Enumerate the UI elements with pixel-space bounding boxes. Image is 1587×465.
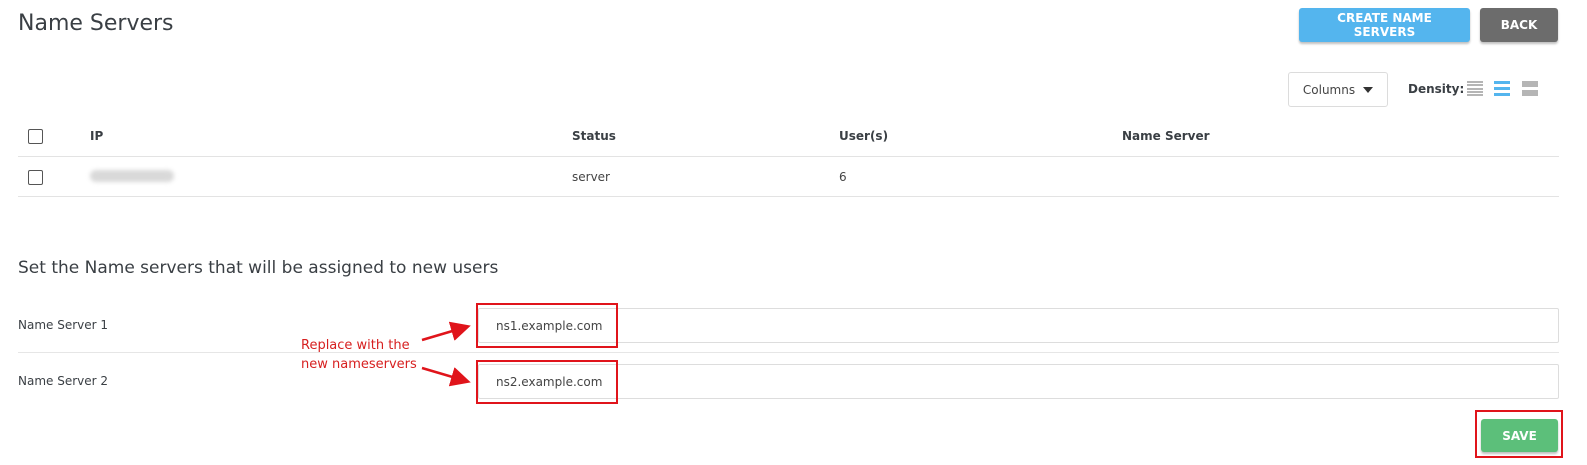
table-row-divider: [18, 196, 1559, 197]
row-status: server: [572, 170, 610, 184]
create-name-servers-button[interactable]: CREATE NAME SERVERS: [1299, 8, 1470, 42]
back-button[interactable]: BACK: [1480, 8, 1558, 42]
column-header-status[interactable]: Status: [572, 129, 616, 143]
columns-dropdown[interactable]: Columns: [1288, 72, 1388, 107]
arrow-to-ns1-icon: [421, 321, 471, 342]
name-server-1-input[interactable]: [478, 308, 1559, 343]
column-header-name-server[interactable]: Name Server: [1122, 129, 1210, 143]
row-select-checkbox[interactable]: [28, 170, 43, 185]
name-server-1-label: Name Server 1: [18, 318, 109, 332]
table-header-divider: [18, 156, 1559, 157]
density-label: Density:: [1408, 82, 1465, 96]
ip-value-redacted: [90, 170, 174, 182]
column-header-ip[interactable]: IP: [90, 129, 103, 143]
column-header-users[interactable]: User(s): [839, 129, 888, 143]
page-title: Name Servers: [18, 11, 174, 36]
name-server-2-input[interactable]: [478, 364, 1559, 399]
annotation-line-2: new nameservers: [301, 357, 417, 372]
row-users: 6: [839, 170, 847, 184]
field-divider: [18, 352, 1559, 353]
annotation-line-1: Replace with the: [301, 338, 410, 353]
columns-dropdown-label: Columns: [1302, 82, 1356, 97]
save-button[interactable]: SAVE: [1481, 419, 1558, 452]
section-title: Set the Name servers that will be assign…: [18, 258, 499, 278]
caret-down-icon: [1363, 86, 1374, 93]
annotation-text: Replace with the new nameservers: [301, 336, 417, 374]
density-medium-icon[interactable]: [1494, 81, 1510, 96]
arrow-to-ns2-icon: [421, 366, 471, 387]
select-all-checkbox[interactable]: [28, 129, 43, 144]
density-compact-icon[interactable]: [1467, 81, 1483, 96]
name-server-2-label: Name Server 2: [18, 374, 109, 388]
density-comfortable-icon[interactable]: [1522, 81, 1538, 96]
